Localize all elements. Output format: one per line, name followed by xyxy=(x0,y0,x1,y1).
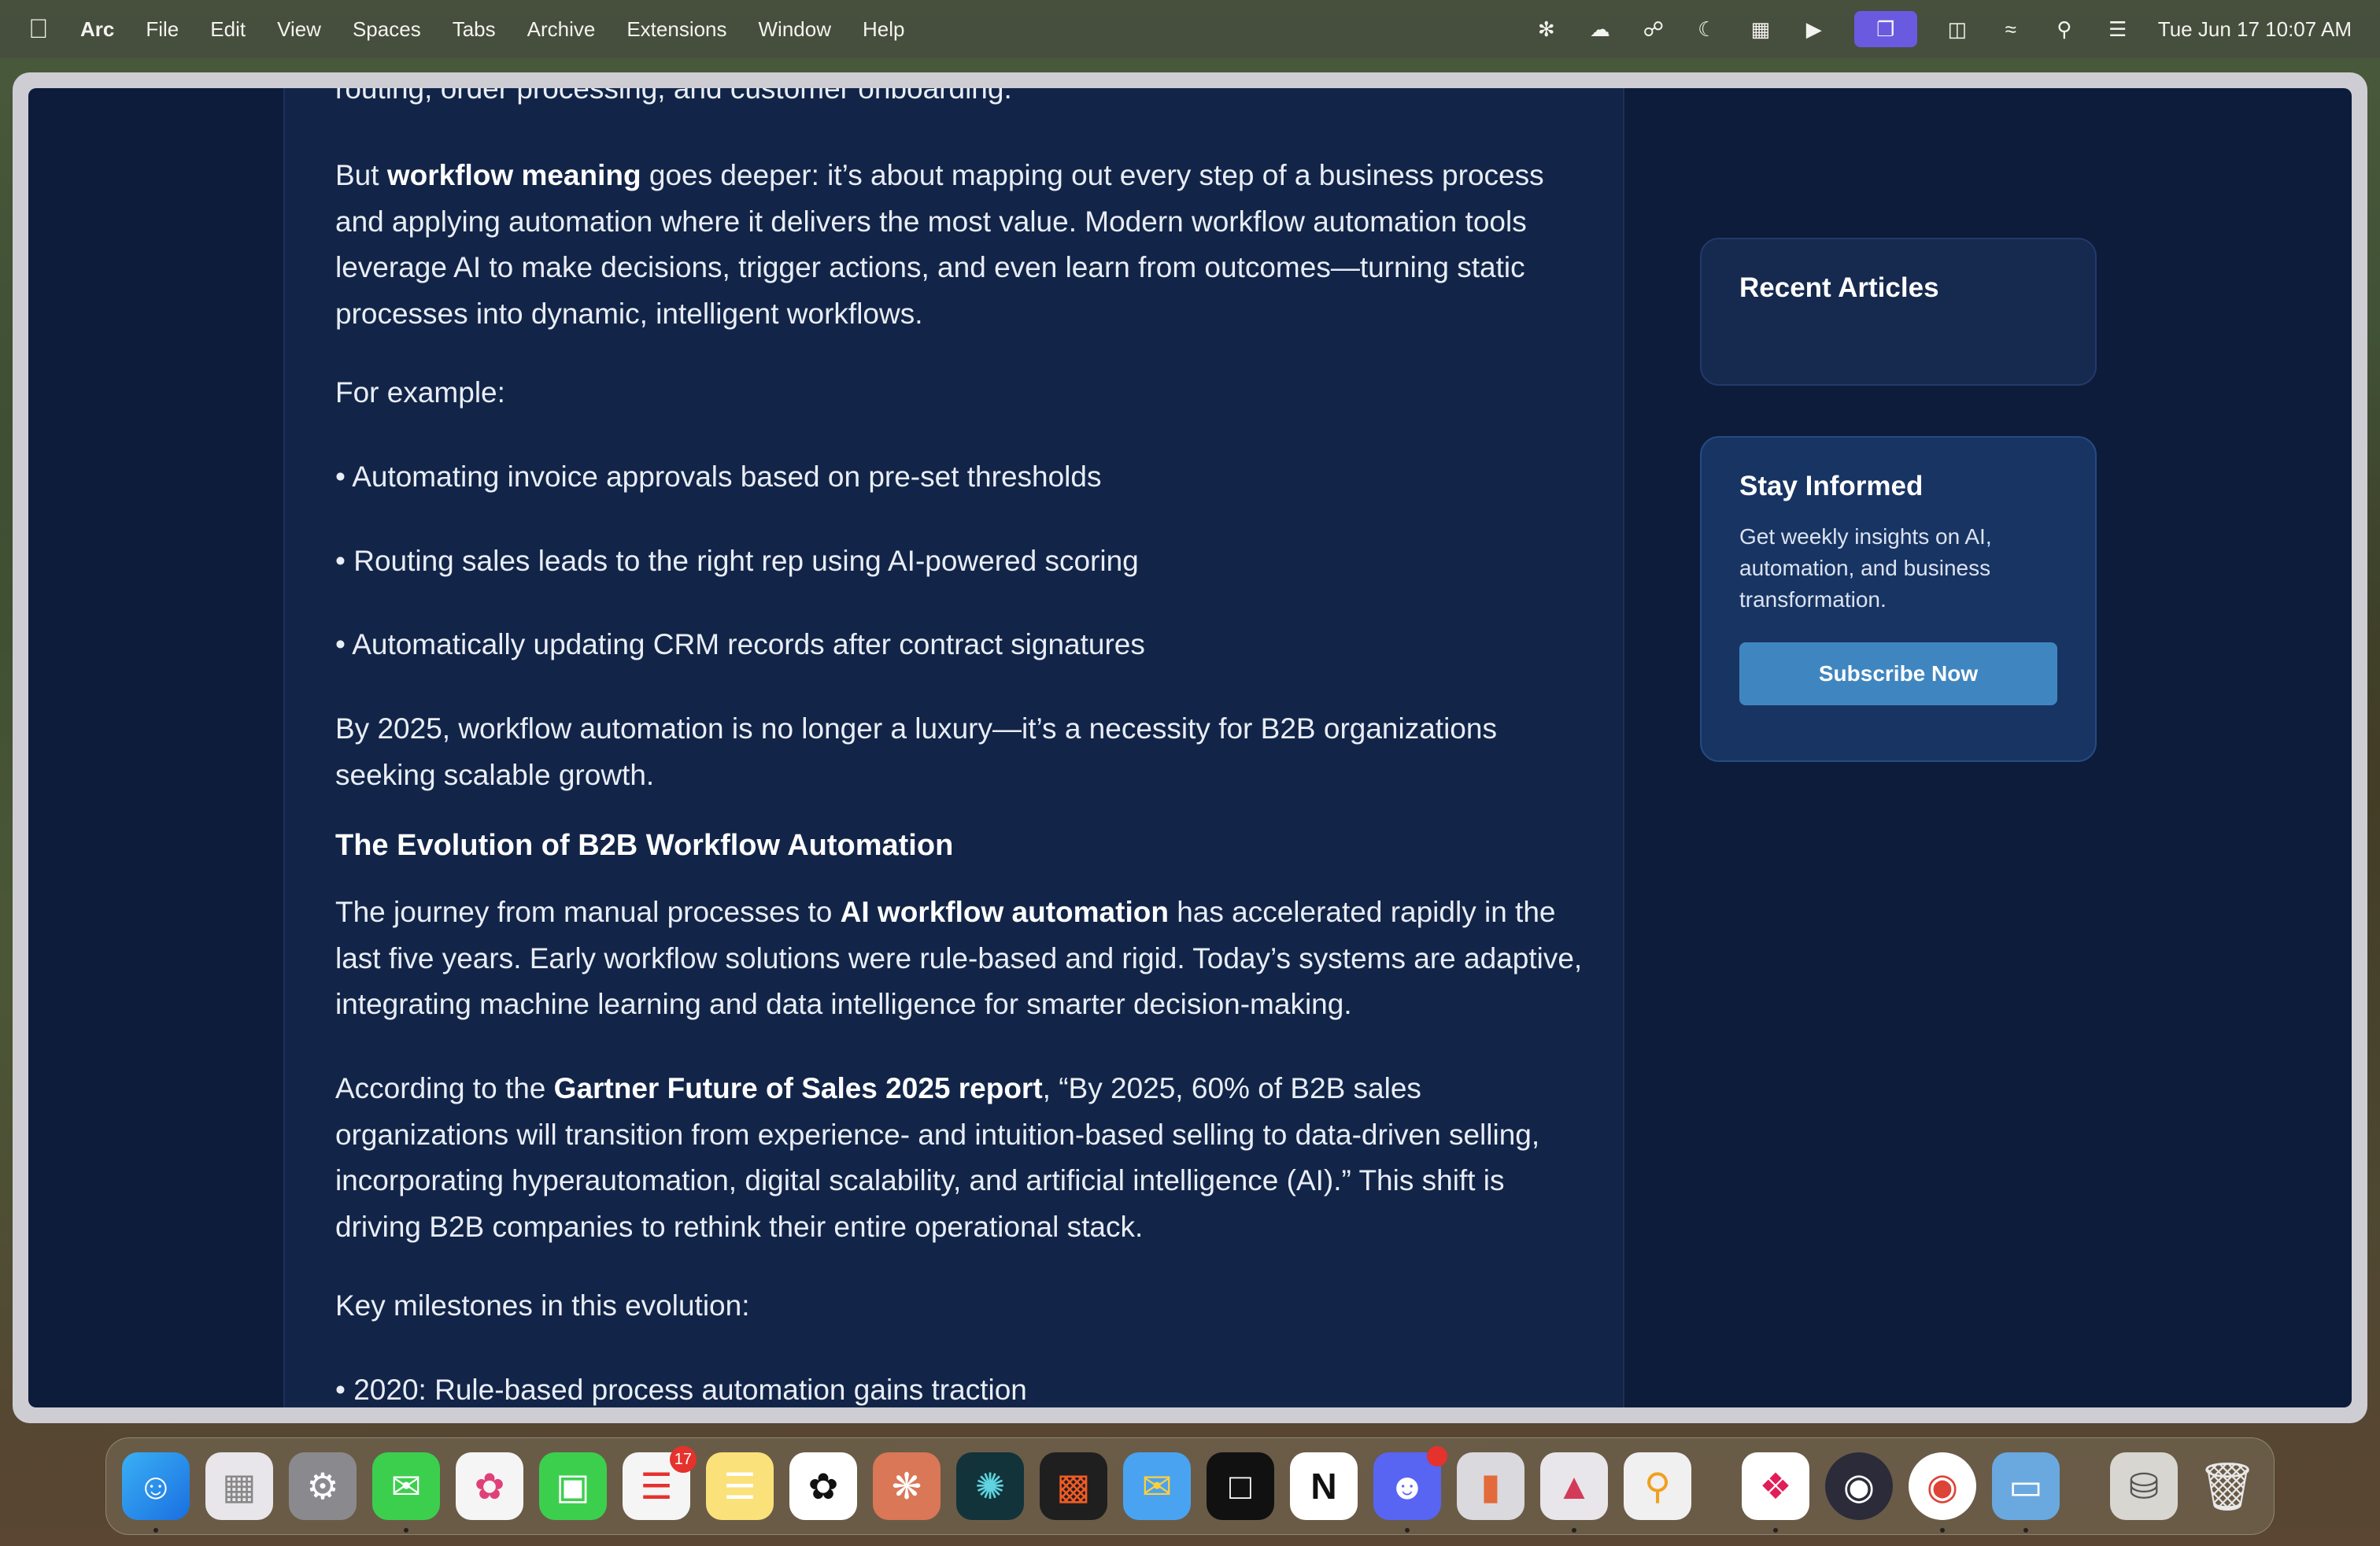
text-run: According to the xyxy=(335,1072,554,1104)
newsletter-card: Stay Informed Get weekly insights on AI,… xyxy=(1700,436,2097,762)
wifi-icon[interactable]: ≈ xyxy=(1998,16,2024,43)
grid-icon[interactable]: ▦ xyxy=(1747,16,1774,43)
affinity-icon[interactable]: ▲ xyxy=(1540,1452,1608,1533)
claude-icon[interactable]: ❋ xyxy=(873,1452,941,1520)
status-area: ✻ ☁ ☍ ☾ ▦ ▶ ❐ ◫ ≈ ⚲ ☰ Tue Jun 17 10:07 A… xyxy=(1533,11,2352,47)
recent-articles-card: Recent Articles xyxy=(1700,238,2097,386)
discord-icon[interactable]: ☻ xyxy=(1373,1446,1447,1533)
bold-term: workflow meaning xyxy=(386,159,641,191)
moon-icon[interactable]: ☾ xyxy=(1694,16,1720,43)
finder-icon[interactable]: ☺ xyxy=(122,1452,190,1533)
menu-view[interactable]: View xyxy=(277,17,321,42)
perplexity-app-icon[interactable]: ✺ xyxy=(956,1452,1024,1520)
keychain-icon[interactable]: ⚲ xyxy=(1624,1452,1691,1520)
menu-extensions[interactable]: Extensions xyxy=(626,17,726,42)
menu-window[interactable]: Window xyxy=(759,17,831,42)
running-indicator xyxy=(153,1528,158,1533)
article-paragraph: But workflow meaning goes deeper: it’s a… xyxy=(335,153,1579,337)
running-indicator xyxy=(1405,1528,1410,1533)
screens-icon[interactable]: ▭ xyxy=(1992,1452,2060,1533)
article-paragraph: The journey from manual processes to AI … xyxy=(335,890,1595,1028)
running-indicator xyxy=(1773,1528,1778,1533)
notes-icon[interactable]: ☰ xyxy=(706,1452,774,1520)
article-paragraph: According to the Gartner Future of Sales… xyxy=(335,1066,1595,1250)
article-paragraph: For example: xyxy=(335,376,505,409)
menu-bar:  Arc File Edit View Spaces Tabs Archive… xyxy=(0,0,2380,58)
newsletter-description: Get weekly insights on AI, automation, a… xyxy=(1739,524,1992,612)
recent-articles-title: Recent Articles xyxy=(1739,272,1939,303)
facetime-icon[interactable]: ▣ xyxy=(539,1452,607,1520)
running-indicator xyxy=(404,1528,408,1533)
obs-icon[interactable]: ◉ xyxy=(1825,1452,1893,1520)
bullet-item: • Automating invoice approvals based on … xyxy=(335,460,1102,493)
menu-clock[interactable]: Tue Jun 17 10:07 AM xyxy=(2158,17,2352,42)
chatgpt-icon[interactable]: ✿ xyxy=(789,1452,857,1520)
reminders-badge: 17 xyxy=(669,1446,697,1473)
text-run: The journey from manual processes to xyxy=(335,896,841,928)
newsletter-title: Stay Informed xyxy=(1739,471,1924,501)
discord-badge xyxy=(1427,1446,1447,1466)
bold-term: AI workflow automation xyxy=(840,896,1169,928)
bullet-item: • 2020: Rule-based process automation ga… xyxy=(335,1374,1027,1406)
battery-icon[interactable]: ◫ xyxy=(1944,16,1971,43)
section-heading: The Evolution of B2B Workflow Automation xyxy=(335,829,954,862)
iphone-mirroring-icon[interactable]: ▮ xyxy=(1457,1452,1524,1520)
perplexity-icon[interactable]: ✻ xyxy=(1533,16,1560,43)
article-paragraph: By 2025, workflow automation is no longe… xyxy=(335,712,1497,791)
vpn-icon[interactable]: ☍ xyxy=(1640,16,1667,43)
apple-menu-icon[interactable]:  xyxy=(28,14,52,45)
trash-icon[interactable]: 🗑 xyxy=(2193,1452,2261,1520)
tableplus-icon[interactable]: ▩ xyxy=(1040,1452,1107,1520)
control-center-icon[interactable]: ☰ xyxy=(2105,16,2131,43)
chrome-icon[interactable]: ◉ xyxy=(1909,1452,1976,1533)
bold-term: Gartner Future of Sales 2025 report xyxy=(553,1072,1043,1104)
airmail-icon[interactable]: ✉ xyxy=(1123,1452,1191,1520)
reminders-icon[interactable]: ☰ 17 xyxy=(623,1446,697,1520)
screen-mirror-icon[interactable]: ❐ xyxy=(1853,11,1917,47)
subscribe-button[interactable]: Subscribe Now xyxy=(1739,642,2057,705)
cloud-icon[interactable]: ☁ xyxy=(1587,16,1613,43)
menu-tabs[interactable]: Tabs xyxy=(453,17,496,42)
article-paragraph-cut: routing, order processing, and customer … xyxy=(335,88,1012,105)
running-indicator xyxy=(2023,1528,2028,1533)
slack-icon[interactable]: ❖ xyxy=(1742,1452,1809,1533)
bullet-item: • Automatically updating CRM records aft… xyxy=(335,628,1145,660)
web-viewport: routing, order processing, and customer … xyxy=(28,88,2352,1407)
linear-icon[interactable]: □ xyxy=(1207,1452,1274,1520)
dock: ☺ ▦ ⚙ ✉ ✿ ▣ ☰ 17 ☰ ✿ ❋ ✺ ▩ ✉ □ N ☻ ▮ ▲ ⚲ … xyxy=(105,1437,2275,1535)
text-run: But xyxy=(335,159,387,191)
bullet-item: • Routing sales leads to the right rep u… xyxy=(335,545,1139,577)
photos-icon[interactable]: ✿ xyxy=(456,1452,523,1520)
article-paragraph: Key milestones in this evolution: xyxy=(335,1289,750,1322)
notion-icon[interactable]: N xyxy=(1290,1452,1358,1520)
search-icon[interactable]: ⚲ xyxy=(2051,16,2078,43)
menu-spaces[interactable]: Spaces xyxy=(353,17,421,42)
play-icon[interactable]: ▶ xyxy=(1801,16,1828,43)
running-indicator xyxy=(1940,1528,1945,1533)
menu-app-name[interactable]: Arc xyxy=(80,17,114,42)
messages-icon[interactable]: ✉ xyxy=(372,1452,440,1533)
menu-archive[interactable]: Archive xyxy=(527,17,596,42)
downloads-folder-icon[interactable]: ⛁ xyxy=(2110,1452,2178,1520)
system-settings-icon[interactable]: ⚙ xyxy=(289,1452,357,1520)
menu-file[interactable]: File xyxy=(146,17,179,42)
article-content: routing, order processing, and customer … xyxy=(283,88,1624,1407)
running-indicator xyxy=(1572,1528,1576,1533)
menu-help[interactable]: Help xyxy=(863,17,904,42)
browser-window: routing, order processing, and customer … xyxy=(13,72,2367,1423)
menu-edit[interactable]: Edit xyxy=(210,17,246,42)
launchpad-icon[interactable]: ▦ xyxy=(205,1452,273,1520)
